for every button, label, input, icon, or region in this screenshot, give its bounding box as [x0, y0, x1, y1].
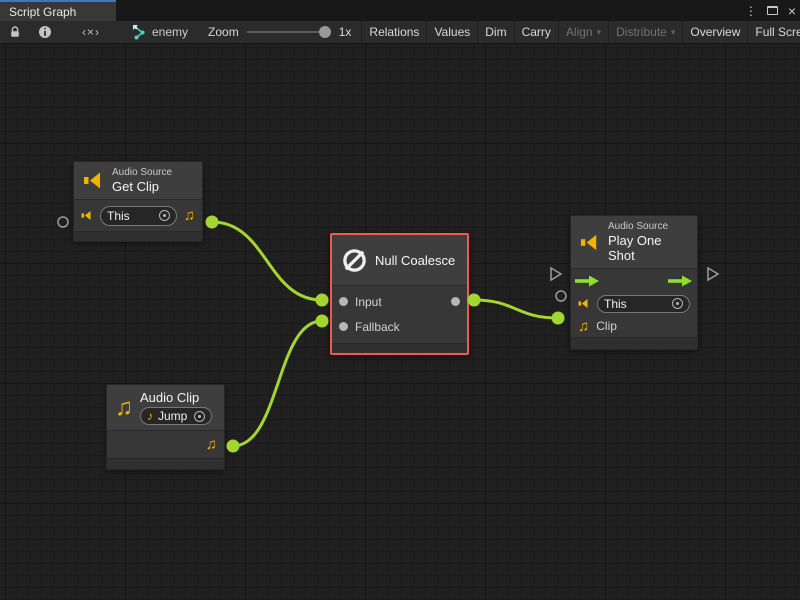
- code-view-button[interactable]: ‹×›: [60, 21, 122, 43]
- graph-canvas[interactable]: Audio Source Get Clip This ♫ ♫ Audio Cli…: [0, 44, 800, 600]
- button-label: Dim: [485, 25, 506, 39]
- lock-button[interactable]: [0, 21, 30, 43]
- window-controls: ⋮ ×: [745, 0, 796, 21]
- node-header: Audio Source Get Clip: [74, 162, 202, 200]
- node-port-row-clip: ♫ Clip: [571, 315, 697, 337]
- title-tab-bar: Script Graph ⋮ ×: [0, 0, 800, 21]
- button-label: Relations: [369, 25, 419, 39]
- graph-icon: [132, 24, 147, 40]
- button-label: Align: [566, 25, 593, 39]
- field-value: This: [604, 297, 627, 311]
- output-port[interactable]: [451, 297, 460, 306]
- audio-source-icon: [83, 171, 105, 190]
- object-picker-icon[interactable]: [159, 210, 170, 221]
- field-value: Jump: [158, 409, 187, 423]
- this-object-field[interactable]: This: [100, 206, 177, 226]
- zoom-control: Zoom 1x: [198, 21, 361, 43]
- node-footer: [107, 458, 224, 469]
- zoom-slider-handle[interactable]: [319, 26, 331, 38]
- this-object-field[interactable]: This: [597, 295, 690, 313]
- node-title: Audio Clip: [140, 390, 212, 405]
- caret-down-icon: ▾: [597, 27, 602, 38]
- node-title: Null Coalesce: [375, 253, 455, 268]
- node-get-clip[interactable]: Audio Source Get Clip This ♫: [73, 161, 203, 242]
- toolbar-button-values[interactable]: Values: [426, 21, 477, 43]
- node-port-row-fallback: Fallback: [332, 314, 467, 339]
- button-label: Carry: [522, 25, 551, 39]
- node-port-row-input: Input: [332, 289, 467, 314]
- audio-clip-output-icon: ♫: [184, 208, 195, 223]
- toolbar-button-relations[interactable]: Relations: [361, 21, 426, 43]
- window-menu-icon[interactable]: ⋮: [745, 5, 757, 17]
- input-port[interactable]: [339, 297, 348, 306]
- node-play-one-shot[interactable]: Audio Source Play One Shot This: [570, 215, 698, 350]
- tab-script-graph[interactable]: Script Graph: [0, 0, 116, 21]
- node-category: Audio Source: [608, 221, 688, 233]
- fallback-port[interactable]: [339, 322, 348, 331]
- node-footer: [74, 231, 202, 241]
- toolbar-button-distribute[interactable]: Distribute ▾: [608, 21, 682, 43]
- lock-icon: [8, 25, 22, 39]
- node-header: Null Coalesce: [332, 235, 467, 286]
- node-header: Audio Source Play One Shot: [571, 216, 697, 269]
- audio-source-mini-icon: [81, 210, 93, 221]
- node-port-row: ♫: [107, 431, 224, 458]
- node-audio-clip[interactable]: ♫ Audio Clip ♪ Jump ♫: [106, 384, 225, 470]
- maximize-icon[interactable]: [767, 6, 778, 15]
- node-null-coalesce[interactable]: Null Coalesce Input Fallback: [330, 233, 469, 355]
- graph-name: enemy: [152, 25, 188, 39]
- toolbar-button-overview[interactable]: Overview: [682, 21, 747, 43]
- port-label: Clip: [596, 319, 617, 333]
- button-label: Overview: [690, 25, 740, 39]
- node-port-row: This ♫: [74, 200, 202, 231]
- jump-object-field[interactable]: ♪ Jump: [140, 407, 212, 425]
- node-footer: [571, 337, 697, 349]
- flow-in-arrow-icon[interactable]: [575, 275, 600, 287]
- zoom-value: 1x: [339, 25, 352, 39]
- toolbar-button-fullscreen[interactable]: Full Screen: [747, 21, 800, 43]
- audio-clip-icon: ♫: [115, 396, 133, 420]
- info-button[interactable]: [30, 21, 60, 43]
- audio-source-icon: [580, 233, 601, 252]
- close-icon[interactable]: ×: [788, 4, 796, 18]
- field-value: This: [107, 209, 130, 223]
- null-icon: [341, 247, 368, 274]
- music-note-icon: ♫: [578, 319, 589, 334]
- tab-title: Script Graph: [9, 5, 76, 19]
- node-port-row-this: This: [571, 292, 697, 315]
- music-note-icon: ♪: [147, 410, 153, 422]
- node-flow-row: [571, 269, 697, 292]
- node-title: Get Clip: [112, 179, 172, 194]
- audio-clip-output-icon: ♫: [206, 437, 217, 452]
- button-label: Values: [434, 25, 470, 39]
- button-label: Full Screen: [755, 25, 800, 39]
- info-icon: [38, 25, 52, 39]
- node-category: Audio Source: [112, 167, 172, 179]
- node-header: ♫ Audio Clip ♪ Jump: [107, 385, 224, 431]
- toolbar-button-carry[interactable]: Carry: [514, 21, 558, 43]
- toolbar-button-align[interactable]: Align ▾: [558, 21, 608, 43]
- object-picker-icon[interactable]: [672, 298, 683, 309]
- caret-down-icon: ▾: [671, 27, 676, 38]
- object-picker-icon[interactable]: [194, 411, 205, 422]
- port-label: Input: [355, 295, 382, 309]
- button-label: Distribute: [616, 25, 667, 39]
- flow-out-arrow-icon[interactable]: [668, 275, 693, 287]
- port-label: Fallback: [355, 320, 400, 334]
- toolbar-button-dim[interactable]: Dim: [477, 21, 513, 43]
- zoom-slider[interactable]: [247, 31, 331, 33]
- node-title: Play One Shot: [608, 233, 688, 263]
- node-footer: [332, 343, 467, 353]
- code-view-icon: ‹×›: [82, 25, 100, 39]
- zoom-label: Zoom: [208, 25, 239, 39]
- graph-toolbar: ‹×› enemy Zoom 1x Relations Values Dim C…: [0, 21, 800, 44]
- graph-breadcrumb[interactable]: enemy: [122, 21, 198, 43]
- audio-source-mini-icon: [578, 298, 590, 309]
